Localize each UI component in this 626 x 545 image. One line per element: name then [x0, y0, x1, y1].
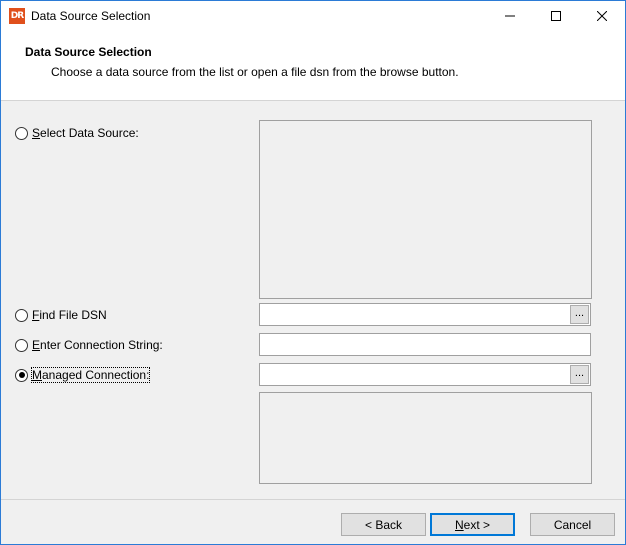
connection-string-radio[interactable]	[15, 338, 28, 352]
window-title: Data Source Selection	[31, 9, 151, 23]
select-data-source-label: Select Data Source:	[32, 126, 139, 140]
managed-connection-radio[interactable]	[15, 368, 28, 382]
find-file-dsn-label: Find File DSN	[32, 308, 107, 322]
title-bar[interactable]: DR Data Source Selection	[1, 1, 625, 31]
select-data-source-option[interactable]: Select Data Source:	[15, 125, 139, 141]
managed-connection-list[interactable]	[259, 392, 592, 484]
app-icon: DR	[9, 8, 25, 24]
back-button[interactable]: < Back	[341, 513, 426, 536]
minimize-icon	[505, 15, 515, 17]
managed-connection-input[interactable]: ...	[259, 363, 591, 386]
managed-connection-option[interactable]: Managed Connection:	[15, 367, 151, 383]
minimize-button[interactable]	[487, 1, 533, 31]
footer-divider	[1, 499, 625, 500]
cancel-button[interactable]: Cancel	[530, 513, 615, 536]
managed-connection-browse-button[interactable]: ...	[570, 365, 589, 384]
header-title: Data Source Selection	[25, 45, 152, 59]
find-file-dsn-radio[interactable]	[15, 308, 28, 322]
file-dsn-browse-button[interactable]: ...	[570, 305, 589, 324]
close-icon	[597, 11, 607, 21]
dialog-window: DR Data Source Selection Data Source Sel…	[0, 0, 626, 545]
header-subtitle: Choose a data source from the list or op…	[51, 65, 459, 79]
connection-string-input[interactable]	[259, 333, 591, 356]
managed-connection-label: Managed Connection:	[30, 367, 151, 383]
maximize-icon	[551, 11, 561, 21]
file-dsn-input[interactable]: ...	[259, 303, 591, 326]
header-panel: Data Source Selection Choose a data sour…	[1, 31, 625, 101]
select-data-source-radio[interactable]	[15, 126, 28, 140]
connection-string-option[interactable]: Enter Connection String:	[15, 337, 163, 353]
maximize-button[interactable]	[533, 1, 579, 31]
find-file-dsn-option[interactable]: Find File DSN	[15, 307, 107, 323]
close-button[interactable]	[579, 1, 625, 31]
data-source-list[interactable]	[259, 120, 592, 299]
connection-string-label: Enter Connection String:	[32, 338, 163, 352]
next-button[interactable]: Next >	[430, 513, 515, 536]
